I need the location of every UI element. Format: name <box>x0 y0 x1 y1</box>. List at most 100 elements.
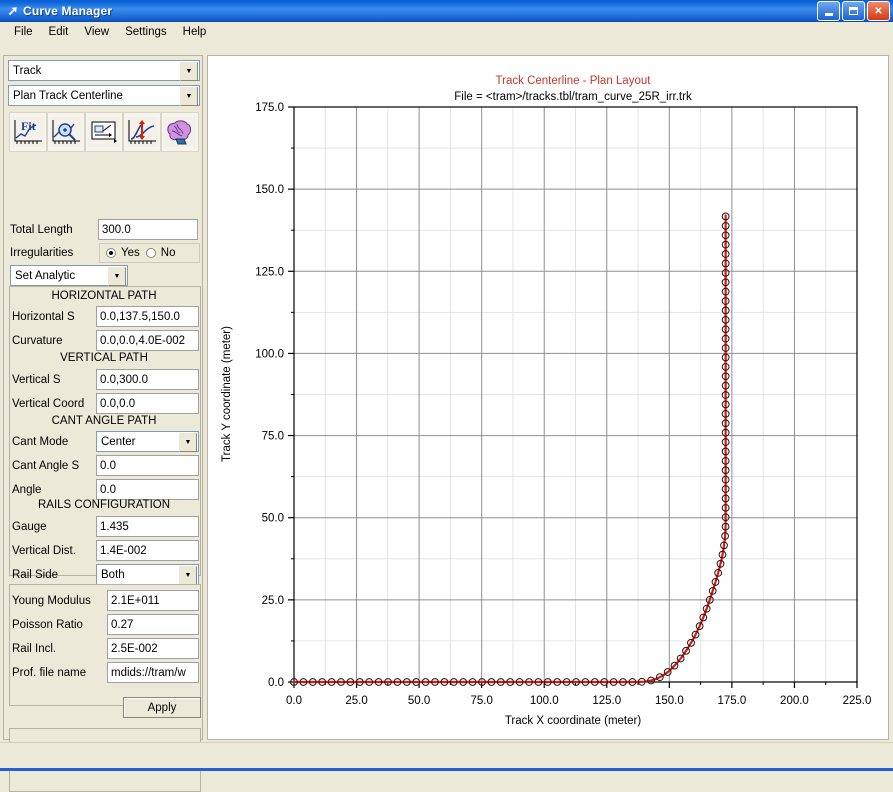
edit-properties-icon[interactable] <box>85 112 123 152</box>
rail-side-value: Both <box>101 568 125 581</box>
track-centerline-chart[interactable]: Track Centerline - Plan Layout File = <t… <box>208 56 888 739</box>
total-length-row: Total Length 300.0 <box>10 219 200 240</box>
fit-curve-icon[interactable]: Fit <box>9 112 47 152</box>
intelligent-fit-icon[interactable] <box>161 112 199 152</box>
horizontal-path-header: HORIZONTAL PATH <box>51 290 157 302</box>
title-bar: ➚ Curve Manager ✕ <box>0 0 893 22</box>
app-icon: ➚ <box>7 3 19 18</box>
x-tick-label: 175.0 <box>717 695 746 707</box>
horizontal-s-row: Horizontal S 0.0,137.5,150.0 <box>12 306 200 327</box>
rail-side-combo[interactable]: Both ▼ <box>96 564 199 585</box>
view-type-value: Plan Track Centerline <box>13 89 123 102</box>
vertical-coord-input[interactable]: 0.0,0.0 <box>96 393 199 414</box>
curvature-row: Curvature 0.0,0.0,4.0E-002 <box>12 330 200 351</box>
chevron-down-icon[interactable]: ▼ <box>180 87 198 106</box>
y-tick-label: 75.0 <box>262 431 284 443</box>
cant-mode-label: Cant Mode <box>12 435 69 448</box>
menu-edit[interactable]: Edit <box>41 24 77 40</box>
rails-configuration-header: RAILS CONFIGURATION <box>37 499 171 511</box>
gauge-input[interactable]: 1.435 <box>96 516 199 537</box>
vertical-dist-row: Vertical Dist. 1.4E-002 <box>12 540 200 561</box>
poisson-ratio-row: Poisson Ratio 0.27 <box>12 614 200 635</box>
x-tick-label: 25.0 <box>345 695 367 707</box>
y-tick-label: 125.0 <box>255 266 284 278</box>
vertical-s-input[interactable]: 0.0,300.0 <box>96 369 199 390</box>
rail-incl-row: Rail Incl. 2.5E-002 <box>12 638 200 659</box>
x-tick-label: 75.0 <box>470 695 492 707</box>
chevron-down-icon[interactable]: ▼ <box>179 566 197 585</box>
vertical-coord-row: Vertical Coord 0.0,0.0 <box>12 393 200 414</box>
analytic-mode-combo[interactable]: Set Analytic ▼ <box>10 265 128 286</box>
menu-view[interactable]: View <box>76 24 117 40</box>
menu-help[interactable]: Help <box>175 24 215 40</box>
difference-icon[interactable] <box>123 112 161 152</box>
svg-text:Fit: Fit <box>21 119 36 133</box>
x-axis-label: Track X coordinate (meter) <box>505 715 642 727</box>
menu-settings[interactable]: Settings <box>117 24 175 40</box>
irregularities-yes-label: Yes <box>121 247 140 259</box>
window-controls: ✕ <box>817 1 893 21</box>
cant-mode-combo[interactable]: Center ▼ <box>96 431 199 452</box>
x-tick-label: 150.0 <box>655 695 684 707</box>
y-tick-label: 175.0 <box>255 102 284 114</box>
object-type-combo[interactable]: Track ▼ <box>8 60 200 81</box>
horizontal-s-input[interactable]: 0.0,137.5,150.0 <box>96 306 199 327</box>
x-tick-label: 225.0 <box>843 695 872 707</box>
young-modulus-input[interactable]: 2.1E+011 <box>107 590 199 611</box>
chevron-down-icon[interactable]: ▼ <box>108 267 126 286</box>
rail-incl-label: Rail Incl. <box>12 642 57 655</box>
menu-file[interactable]: File <box>6 24 41 40</box>
chart-subtitle: File = <tram>/tracks.tbl/tram_curve_25R_… <box>454 91 692 103</box>
prof-file-name-label: Prof. file name <box>12 666 87 679</box>
window-title: Curve Manager <box>23 4 113 18</box>
menu-settings-label: Settings <box>125 26 167 38</box>
rail-incl-input[interactable]: 2.5E-002 <box>107 638 199 659</box>
plot-panel: Track Centerline - Plan Layout File = <t… <box>207 55 889 740</box>
view-type-combo[interactable]: Plan Track Centerline ▼ <box>8 85 200 106</box>
angle-input[interactable]: 0.0 <box>96 479 199 500</box>
gauge-row: Gauge 1.435 <box>12 516 200 537</box>
cant-angle-s-input[interactable]: 0.0 <box>96 455 199 476</box>
poisson-ratio-input[interactable]: 0.27 <box>107 614 199 635</box>
chevron-down-icon[interactable]: ▼ <box>180 62 198 81</box>
apply-button[interactable]: Apply <box>123 697 201 718</box>
rail-side-label: Rail Side <box>12 568 59 581</box>
vertical-dist-input[interactable]: 1.4E-002 <box>96 540 199 561</box>
minimize-button[interactable] <box>817 1 840 21</box>
status-bar <box>0 742 893 769</box>
properties-panel: Track ▼ Plan Track Centerline ▼ Fit Tota… <box>3 55 203 792</box>
y-tick-label: 0.0 <box>268 677 284 689</box>
young-modulus-label: Young Modulus <box>12 594 91 607</box>
vertical-coord-label: Vertical Coord <box>12 397 85 410</box>
vertical-path-header: VERTICAL PATH <box>60 352 148 364</box>
total-length-input[interactable]: 300.0 <box>98 219 198 240</box>
zoom-data-icon[interactable] <box>47 112 85 152</box>
x-tick-label: 100.0 <box>530 695 559 707</box>
apply-button-label: Apply <box>147 701 177 714</box>
irregularities-radio-group: Yes No <box>99 243 200 263</box>
chart-title: Track Centerline - Plan Layout <box>496 75 652 87</box>
curvature-input[interactable]: 0.0,0.0,4.0E-002 <box>96 330 199 351</box>
young-modulus-row: Young Modulus 2.1E+011 <box>12 590 200 611</box>
menu-view-label: View <box>84 26 110 38</box>
y-tick-label: 150.0 <box>255 184 284 196</box>
prof-file-name-row: Prof. file name mdids://tram/w <box>12 662 200 683</box>
x-tick-label: 200.0 <box>780 695 809 707</box>
curve-manager-window: ➚ Curve Manager ✕ File Edit View Setting… <box>0 0 893 792</box>
irregularities-yes-radio[interactable] <box>106 248 116 258</box>
irregularities-no-radio[interactable] <box>145 248 156 258</box>
menu-help-label: Help <box>182 26 207 38</box>
vertical-s-row: Vertical S 0.0,300.0 <box>12 369 200 390</box>
menu-file-label: File <box>14 26 33 38</box>
close-button[interactable]: ✕ <box>867 1 890 21</box>
menu-bar: File Edit View Settings Help <box>0 22 893 42</box>
chevron-down-icon[interactable]: ▼ <box>179 433 197 452</box>
x-tick-label: 50.0 <box>408 695 430 707</box>
irregularities-label: Irregularities <box>10 247 74 259</box>
poisson-ratio-label: Poisson Ratio <box>12 618 83 631</box>
prof-file-name-input[interactable]: mdids://tram/w <box>107 662 199 683</box>
angle-row: Angle 0.0 <box>12 479 200 500</box>
maximize-button[interactable] <box>842 1 865 21</box>
cant-angle-s-row: Cant Angle S 0.0 <box>12 455 200 476</box>
y-axis-label: Track Y coordinate (meter) <box>221 326 233 462</box>
